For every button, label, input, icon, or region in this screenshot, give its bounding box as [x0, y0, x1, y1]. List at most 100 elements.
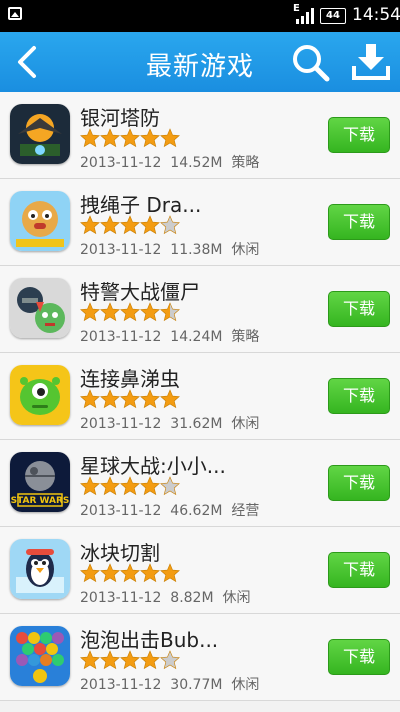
game-list: 银河塔防 2013-11-12 14.52M 策略 下载 拽绳子 Dra... …: [0, 92, 400, 701]
app-date: 2013-11-12: [80, 155, 162, 171]
app-name: 星球大战:小小...: [80, 454, 226, 478]
list-item[interactable]: STAR WARS 星球大战:小小... 2013-11-12 46.62M 经…: [0, 440, 400, 527]
app-name: 拽绳子 Dra...: [80, 193, 202, 217]
app-meta: 2013-11-12 11.38M 休闲: [80, 239, 259, 259]
star-icon: [120, 650, 140, 670]
rating-stars: [80, 302, 180, 322]
download-button[interactable]: 下载: [328, 204, 390, 240]
app-meta: 2013-11-12 31.62M 休闲: [80, 413, 259, 433]
page-title: 最新游戏: [145, 52, 254, 82]
rating-stars: [80, 128, 180, 148]
download-button[interactable]: 下载: [328, 465, 390, 501]
app-meta: 2013-11-12 8.82M 休闲: [80, 587, 250, 607]
app-category: 休闲: [231, 416, 260, 432]
star-icon: [80, 650, 100, 670]
download-button[interactable]: 下载: [328, 552, 390, 588]
app-size: 11.38M: [170, 242, 223, 258]
star-icon: [80, 302, 100, 322]
app-icon: STAR WARS: [10, 452, 70, 512]
star-icon: [100, 128, 120, 148]
list-item[interactable]: 连接鼻涕虫 2013-11-12 31.62M 休闲 下载: [0, 353, 400, 440]
star-icon: [160, 650, 180, 670]
app-meta: 2013-11-12 14.52M 策略: [80, 152, 259, 172]
star-icon: [120, 389, 140, 409]
app-size: 31.62M: [170, 416, 223, 432]
rating-stars: [80, 215, 180, 235]
app-date: 2013-11-12: [80, 242, 162, 258]
app-name: 特警大战僵尸: [80, 280, 200, 304]
download-manager-icon[interactable]: [350, 40, 392, 84]
star-icon: [100, 563, 120, 583]
app-icon: [10, 539, 70, 599]
app-date: 2013-11-12: [80, 503, 162, 519]
star-icon: [160, 476, 180, 496]
app-icon: [10, 104, 70, 164]
rating-stars: [80, 476, 180, 496]
download-button[interactable]: 下载: [328, 291, 390, 327]
star-icon: [140, 302, 160, 322]
star-icon: [140, 215, 160, 235]
star-icon: [120, 128, 140, 148]
app-meta: 2013-11-12 14.24M 策略: [80, 326, 259, 346]
list-item[interactable]: 冰块切割 2013-11-12 8.82M 休闲 下载: [0, 527, 400, 614]
star-icon: [120, 215, 140, 235]
star-icon: [160, 563, 180, 583]
star-icon: [160, 215, 180, 235]
app-icon: [10, 365, 70, 425]
app-category: 经营: [231, 503, 260, 519]
download-button[interactable]: 下载: [328, 639, 390, 675]
star-icon: [120, 476, 140, 496]
download-button[interactable]: 下载: [328, 378, 390, 414]
star-icon: [100, 650, 120, 670]
app-icon: [10, 191, 70, 251]
star-icon: [80, 476, 100, 496]
app-date: 2013-11-12: [80, 677, 162, 693]
search-icon[interactable]: [290, 42, 332, 84]
app-size: 46.62M: [170, 503, 223, 519]
app-size: 14.52M: [170, 155, 223, 171]
list-item[interactable]: 泡泡出击Bub... 2013-11-12 30.77M 休闲 下载: [0, 614, 400, 701]
svg-text:STAR WARS: STAR WARS: [11, 496, 70, 506]
clock: 14:54: [352, 5, 400, 25]
star-icon: [160, 302, 180, 322]
app-category: 策略: [231, 329, 260, 345]
app-name: 连接鼻涕虫: [80, 367, 180, 391]
app-date: 2013-11-12: [80, 416, 162, 432]
app-category: 策略: [231, 155, 260, 171]
app-header: 最新游戏: [0, 32, 400, 92]
rating-stars: [80, 563, 180, 583]
list-item[interactable]: 银河塔防 2013-11-12 14.52M 策略 下载: [0, 92, 400, 179]
app-name: 银河塔防: [80, 106, 160, 130]
star-icon: [80, 563, 100, 583]
app-meta: 2013-11-12 46.62M 经营: [80, 500, 259, 520]
picture-notification-icon: [8, 7, 22, 20]
download-button[interactable]: 下载: [328, 117, 390, 153]
star-icon: [80, 215, 100, 235]
star-icon: [80, 389, 100, 409]
star-icon: [100, 215, 120, 235]
star-icon: [100, 476, 120, 496]
star-icon: [80, 128, 100, 148]
app-meta: 2013-11-12 30.77M 休闲: [80, 674, 259, 694]
star-icon: [100, 302, 120, 322]
star-icon: [140, 476, 160, 496]
app-size: 8.82M: [170, 590, 214, 606]
star-icon: [160, 128, 180, 148]
list-item[interactable]: 拽绳子 Dra... 2013-11-12 11.38M 休闲 下载: [0, 179, 400, 266]
star-icon: [140, 650, 160, 670]
app-category: 休闲: [231, 242, 260, 258]
status-bar: E 44 14:54: [0, 0, 400, 32]
app-date: 2013-11-12: [80, 329, 162, 345]
star-icon: [120, 563, 140, 583]
star-icon: [140, 389, 160, 409]
app-size: 14.24M: [170, 329, 223, 345]
signal-icon: [296, 8, 314, 24]
app-size: 30.77M: [170, 677, 223, 693]
list-item[interactable]: 特警大战僵尸 2013-11-12 14.24M 策略 下载: [0, 266, 400, 353]
rating-stars: [80, 650, 180, 670]
app-category: 休闲: [222, 590, 251, 606]
rating-stars: [80, 389, 180, 409]
app-icon: [10, 626, 70, 686]
star-icon: [120, 302, 140, 322]
app-name: 泡泡出击Bub...: [80, 628, 219, 652]
